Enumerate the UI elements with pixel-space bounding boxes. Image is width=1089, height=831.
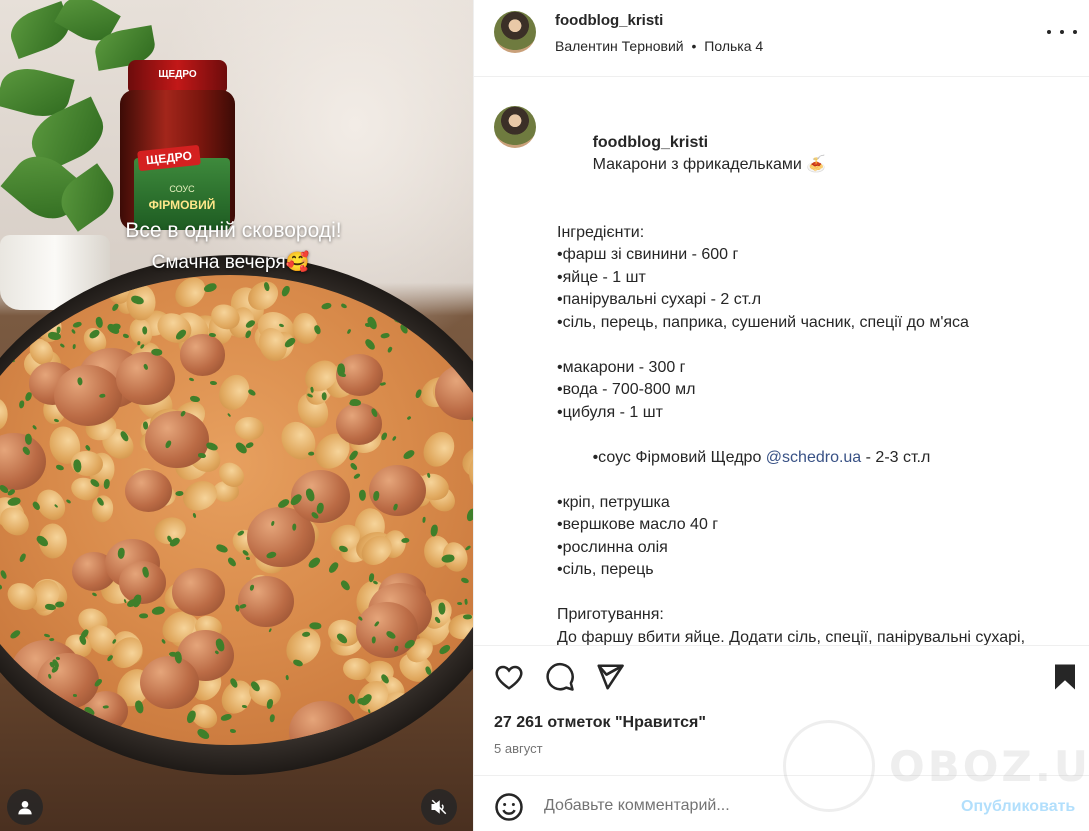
post-detail-panel: foodblog_kristi Валентин Терновий • Поль… (473, 0, 1089, 831)
audio-info: Валентин Терновий • Полька 4 (555, 38, 763, 54)
post-date[interactable]: 5 август (494, 741, 543, 756)
caption-line: •рослинна олія (557, 538, 668, 556)
caption-line: •яйце - 1 шт (557, 268, 646, 286)
caption-line: •вода - 700-800 мл (557, 381, 696, 398)
caption-line: До фаршу вбити яйце. Додати сіль, спеції… (557, 628, 1026, 646)
audio-separator: • (691, 38, 697, 54)
post-caption-area: foodblog_kristi Макарони з фрикадельками… (474, 77, 1089, 645)
caption-line: Інгредієнти: (557, 223, 645, 241)
caption-line (557, 334, 1077, 357)
author-username[interactable]: foodblog_kristi (555, 12, 663, 29)
caption-line (557, 582, 1077, 605)
sauce-jar-image: ЩЕДРО ЩЕДРО СОУС ФІРМОВИЙ (120, 60, 235, 230)
caption-line: •сіль, перець (557, 561, 654, 578)
bookmark-icon[interactable] (1050, 662, 1080, 692)
speaker-muted-icon (431, 799, 447, 815)
heart-icon[interactable] (494, 662, 524, 692)
caption-text: foodblog_kristi Макарони з фрикадельками… (557, 109, 1077, 646)
mention-link[interactable]: @schedro.ua (766, 449, 861, 466)
oboz-watermark: OBOZ.UA (783, 720, 1089, 820)
pasta-meatballs-image (0, 275, 473, 745)
caption-line: •вершкове масло 40 г (557, 516, 719, 533)
caption-username[interactable]: foodblog_kristi (593, 134, 709, 151)
caption-line: •сіль, перець, паприка, сушений часник, … (557, 313, 969, 331)
caption-title: Макарони з фрикадельками 🍝 (592, 156, 827, 173)
caption-line: •цибуля - 1 шт (557, 403, 663, 421)
caption-line-sauce: •соус Фірмовий Щедро @schedro.ua - 2-3 с… (592, 448, 931, 466)
more-options-button[interactable] (1047, 22, 1077, 42)
caption-line: •макарони - 300 г (557, 358, 686, 376)
caption-line (557, 199, 1077, 222)
mute-toggle-button[interactable] (421, 789, 457, 825)
globe-logo-icon (783, 720, 875, 812)
caption-line: •панірувальні сухарі - 2 ст.л (557, 291, 762, 308)
watermark-text: OBOZ.UA (889, 742, 1089, 791)
person-icon (18, 801, 32, 815)
caption-line: Приготування: (557, 606, 664, 623)
post-media-video[interactable]: ЩЕДРО ЩЕДРО СОУС ФІРМОВИЙ Все в одній ск… (0, 0, 473, 831)
author-avatar[interactable] (494, 11, 536, 53)
audio-artist-link[interactable]: Валентин Терновий (555, 38, 684, 54)
caption-author-avatar[interactable] (494, 106, 536, 148)
caption-line: •фарш зі свинини - 600 г (557, 246, 739, 263)
caption-line: •кріп, петрушка (557, 493, 670, 511)
video-overlay-title: Все в одній сковороді! (125, 219, 342, 242)
audio-track-link[interactable]: Полька 4 (704, 38, 763, 54)
emoji-icon[interactable] (494, 792, 524, 822)
video-overlay-subtitle: Смачна вечеря🥰 (151, 252, 310, 273)
comment-icon[interactable] (545, 662, 575, 692)
likes-count[interactable]: 27 261 отметок "Нравится" (494, 714, 706, 732)
more-options-icon (1047, 30, 1051, 34)
tagged-users-button[interactable] (7, 789, 43, 825)
post-header: foodblog_kristi Валентин Терновий • Поль… (474, 0, 1089, 77)
share-icon[interactable] (595, 662, 625, 692)
